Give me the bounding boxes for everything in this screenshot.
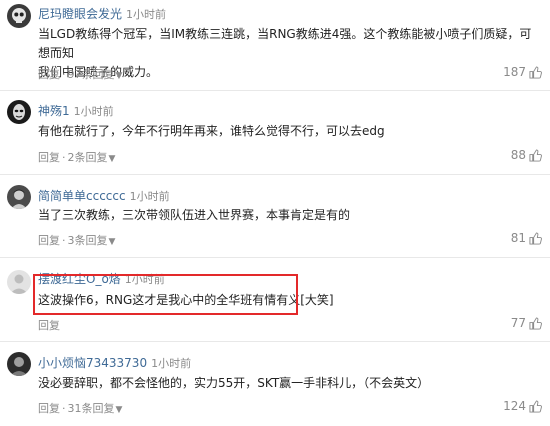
comment-actions: 回复 · 31条回复▼ <box>38 402 123 415</box>
comment-text: 当了三次教练，三次带领队伍进入世界赛，本事肯定是有的 <box>38 206 540 225</box>
comment-line: 当了三次教练，三次带领队伍进入世界赛，本事肯定是有的 <box>38 208 351 222</box>
comment-actions: 回复 <box>38 317 60 333</box>
comment-line: 有他在就行了，今年不行明年再来，谁特么觉得不行，可以去edg <box>38 124 385 138</box>
comment-actions: 回复 · 3条回复▼ <box>38 234 116 247</box>
comment-username[interactable]: 神殇1 1小时前 <box>38 102 114 119</box>
divider <box>0 257 550 258</box>
divider <box>0 174 550 175</box>
thumbs-up-icon[interactable] <box>529 317 542 330</box>
character-avatar-icon[interactable] <box>7 185 31 209</box>
reply-button[interactable]: 回复 <box>38 319 60 332</box>
comment-line: 当LGD教练得个冠军，当IM教练三连跳，当RNG教练进4强。这个教练能被小喷子们… <box>38 27 532 60</box>
comment-time: 1小时前 <box>129 190 170 203</box>
username-text[interactable]: 小小烦恼73433730 <box>38 356 147 370</box>
skull-avatar-icon[interactable] <box>7 4 31 28</box>
chevron-down-icon[interactable]: ▼ <box>109 154 116 164</box>
like-count: 187 <box>503 65 526 79</box>
comment-time: 1小时前 <box>126 8 167 21</box>
divider <box>0 90 550 91</box>
chevron-down-icon[interactable]: ▼ <box>116 405 123 415</box>
chevron-down-icon[interactable]: ▼ <box>116 71 123 81</box>
reply-button[interactable]: 回复 <box>38 234 60 247</box>
reply-button[interactable]: 回复 <box>38 402 60 415</box>
like-count: 77 <box>510 316 526 330</box>
comment-username[interactable]: 简简单单cccccc 1小时前 <box>38 187 170 204</box>
like-count: 81 <box>510 231 526 245</box>
comment-actions: 回复 · 97条回复▼ <box>38 68 123 81</box>
comment-time: 1小时前 <box>73 105 114 118</box>
highlight-box <box>33 274 298 315</box>
reply-count-link[interactable]: 3条回复 <box>68 234 108 247</box>
chevron-down-icon[interactable]: ▼ <box>109 237 116 247</box>
like-count: 88 <box>510 148 526 162</box>
like-count: 124 <box>503 399 526 413</box>
comment-actions: 回复 · 2条回复▼ <box>38 151 116 164</box>
reply-count-link[interactable]: 31条回复 <box>68 402 115 415</box>
profile-avatar-icon[interactable] <box>7 352 31 376</box>
comment-username[interactable]: 小小烦恼73433730 1小时前 <box>38 354 191 371</box>
comment-username[interactable]: 尼玛瞪眼会发光 1小时前 <box>38 5 166 22</box>
comment-text: 有他在就行了，今年不行明年再来，谁特么觉得不行，可以去edg <box>38 122 540 141</box>
username-text[interactable]: 简简单单cccccc <box>38 189 126 203</box>
masked-avatar-icon[interactable] <box>7 100 31 124</box>
comment-time: 1小时前 <box>151 357 192 370</box>
thumbs-up-icon[interactable] <box>529 66 542 79</box>
comment-text: 没必要辞职，都不会怪他的，实力55开，SKT赢一手非科儿，（不会英文） <box>38 374 540 393</box>
reply-button[interactable]: 回复 <box>38 151 60 164</box>
username-text[interactable]: 神殇1 <box>38 104 70 118</box>
thumbs-up-icon[interactable] <box>529 232 542 245</box>
reply-button[interactable]: 回复 <box>38 68 60 81</box>
thumbs-up-icon[interactable] <box>529 400 542 413</box>
comment-line: 没必要辞职，都不会怪他的，实力55开，SKT赢一手非科儿，（不会英文） <box>38 376 430 390</box>
reply-count-link[interactable]: 97条回复 <box>68 68 115 81</box>
thumbs-up-icon[interactable] <box>529 149 542 162</box>
default-avatar-icon[interactable] <box>7 270 31 294</box>
username-text[interactable]: 尼玛瞪眼会发光 <box>38 7 122 21</box>
reply-count-link[interactable]: 2条回复 <box>68 151 108 164</box>
divider <box>0 341 550 342</box>
